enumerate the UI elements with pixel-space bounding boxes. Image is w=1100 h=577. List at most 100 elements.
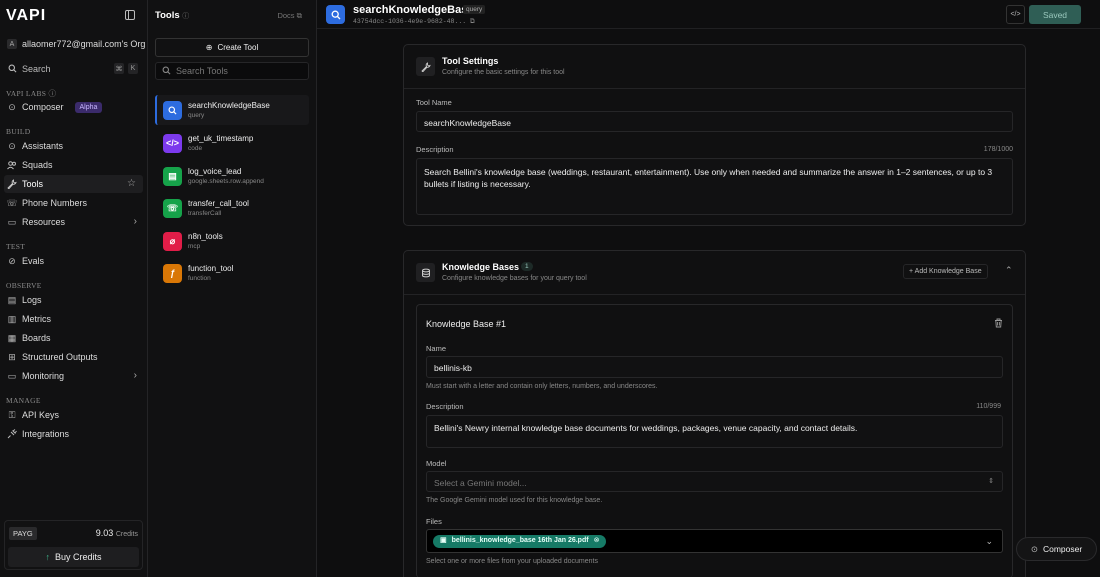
tool-settings-title: Tool Settings (442, 56, 499, 66)
description-label: Description (416, 145, 454, 154)
tools-search[interactable] (155, 62, 309, 80)
composer-floating-button[interactable]: ⊙ Composer (1016, 537, 1097, 561)
sidebar-item-resources[interactable]: ▭ Resources › (4, 213, 143, 231)
code-icon: </> (1010, 11, 1021, 18)
sidebar-item-label: Logs (22, 295, 42, 305)
sidebar-item-metrics[interactable]: ▥ Metrics (4, 310, 143, 328)
file-icon: ▣ (440, 537, 447, 545)
kb-model-select[interactable]: Select a Gemini model... ⇕ (426, 471, 1003, 492)
tool-item-searchknowledgebase[interactable]: searchKnowledgeBase query (155, 95, 309, 125)
tool-name: get_uk_timestamp (188, 134, 254, 143)
composer-icon: ⊙ (8, 101, 16, 112)
add-knowledge-base-button[interactable]: + Add Knowledge Base (903, 264, 988, 279)
section-observe: OBSERVE (6, 281, 42, 290)
kb-description-char-count: 110/999 (976, 403, 1001, 410)
sidebar-item-assistants[interactable]: ⊙ Assistants (4, 137, 143, 155)
sidebar-item-label: Phone Numbers (22, 198, 88, 208)
saved-button[interactable]: Saved (1029, 5, 1081, 24)
tool-item-function-tool[interactable]: ƒ function_tool function (155, 258, 309, 288)
create-tool-button[interactable]: ⊕ Create Tool (155, 38, 309, 57)
org-name: allaomer772@gmail.com's Org (22, 39, 146, 49)
code-view-button[interactable]: </> (1006, 5, 1025, 24)
org-avatar: A (7, 39, 17, 49)
kb-model-hint: The Google Gemini model used for this kn… (426, 497, 603, 504)
tool-type: function (188, 275, 211, 282)
sidebar-item-integrations[interactable]: Integrations (4, 425, 143, 443)
key-icon: ⚿ (8, 409, 16, 420)
copy-icon[interactable]: ⧉ (470, 18, 475, 25)
sidebar-item-logs[interactable]: ▤ Logs (4, 291, 143, 309)
sidebar-item-squads[interactable]: Squads (4, 156, 143, 174)
kb-files-label: Files (426, 517, 442, 526)
k-key: K (128, 63, 138, 74)
knowledge-bases-subtitle: Configure knowledge bases for your query… (442, 275, 587, 282)
credits-unit: Credits (115, 531, 138, 538)
trash-icon[interactable] (994, 318, 1003, 330)
credits-balance: 9.03 Credits (96, 528, 138, 538)
tool-name: n8n_tools (188, 232, 223, 241)
remove-file-icon[interactable]: ⊗ (594, 536, 600, 546)
folder-icon: ▭ (7, 216, 17, 227)
kb-name-hint: Must start with a letter and contain onl… (426, 383, 658, 390)
tool-name: transfer_call_tool (188, 199, 249, 208)
chevron-up-icon[interactable]: ⌃ (1005, 265, 1013, 276)
tool-item-log-voice-lead[interactable]: ▤ log_voice_lead google.sheets.row.appen… (155, 161, 309, 191)
sidebar-collapse-icon[interactable] (125, 10, 135, 20)
sidebar-item-phone-numbers[interactable]: ☏ Phone Numbers (4, 194, 143, 212)
logs-icon: ▤ (7, 294, 17, 305)
kb-files-hint: Select one or more files from your uploa… (426, 558, 598, 565)
knowledge-bases-card: Knowledge Bases 1 Configure knowledge ba… (403, 250, 1026, 577)
kb-model-placeholder: Select a Gemini model... (434, 478, 527, 488)
divider (404, 88, 1025, 89)
buy-credits-label: Buy Credits (54, 552, 102, 562)
info-icon: ⓘ (182, 13, 190, 20)
kb-name-input[interactable]: bellinis-kb (426, 356, 1003, 378)
tool-type: mcp (188, 243, 201, 250)
sidebar-item-boards[interactable]: ▦ Boards (4, 329, 143, 347)
kb-files-select[interactable]: ▣ bellinis_knowledge_base 16th Jan 26.pd… (426, 529, 1003, 553)
sidebar-search[interactable]: Search ⌘ K (4, 60, 142, 77)
sidebar-item-label: Integrations (22, 429, 70, 439)
tools-search-input[interactable] (176, 66, 306, 76)
sidebar-item-evals[interactable]: ⊘ Evals (4, 252, 143, 270)
sidebar-item-composer[interactable]: ⊙ Composer Alpha (4, 98, 143, 116)
add-kb-label: Add Knowledge Base (914, 268, 982, 275)
app-root: VAPI A allaomer772@gmail.com's Org Searc… (0, 0, 1100, 577)
tool-name-input[interactable]: searchKnowledgeBase (416, 111, 1013, 132)
search-icon (162, 66, 171, 77)
tool-item-n8n-tools[interactable]: ⌀ n8n_tools mcp (155, 226, 309, 256)
file-chip[interactable]: ▣ bellinis_knowledge_base 16th Jan 26.pd… (433, 535, 607, 548)
docs-link[interactable]: Docs ⧉ (277, 11, 302, 21)
phone-icon: ☏ (6, 197, 18, 208)
description-textarea[interactable]: Search Bellini's knowledge base (wedding… (416, 158, 1013, 215)
tool-item-get-uk-timestamp[interactable]: </> get_uk_timestamp code (155, 128, 309, 158)
section-vapi-labs-label: VAPI LABS (6, 89, 47, 98)
plus-icon: + (909, 268, 914, 275)
plug-icon (7, 429, 17, 439)
kb-description-textarea[interactable]: Bellini's Newry internal knowledge base … (426, 415, 1003, 448)
org-switcher[interactable]: A allaomer772@gmail.com's Org (7, 39, 145, 49)
sidebar-item-label: API Keys (22, 410, 60, 420)
docs-label: Docs (277, 11, 295, 20)
credits-value: 9.03 (95, 528, 114, 538)
chevron-updown-icon: ⇕ (988, 478, 994, 485)
tool-name: function_tool (188, 264, 234, 273)
sidebar-item-label: Squads (22, 160, 53, 170)
phone-transfer-icon: ☏ (163, 198, 182, 218)
star-icon[interactable]: ☆ (127, 178, 136, 189)
sidebar-item-label: Boards (22, 333, 51, 343)
vapi-logo[interactable]: VAPI (6, 7, 46, 25)
main-content: searchKnowledgeBase query 43754dcc-1036-… (317, 0, 1100, 577)
tool-id[interactable]: 43754dcc-1036-4e9e-9682-48... ⧉ (353, 18, 475, 26)
search-icon (163, 100, 182, 120)
sidebar-item-structured-outputs[interactable]: ⊞ Structured Outputs (4, 348, 143, 366)
sidebar-item-tools[interactable]: Tools ☆ (4, 175, 143, 193)
chevron-right-icon: › (133, 370, 137, 381)
sidebar-item-monitoring[interactable]: ▭ Monitoring › (4, 367, 143, 385)
tool-item-transfer-call-tool[interactable]: ☏ transfer_call_tool transferCall (155, 193, 309, 223)
buy-credits-button[interactable]: ↑ Buy Credits (8, 547, 139, 567)
tool-settings-subtitle: Configure the basic settings for this to… (442, 69, 565, 76)
sidebar-item-api-keys[interactable]: ⚿ API Keys (4, 406, 143, 424)
sheet-icon: ▤ (163, 166, 182, 186)
paperclip-icon: ⌀ (163, 231, 182, 251)
